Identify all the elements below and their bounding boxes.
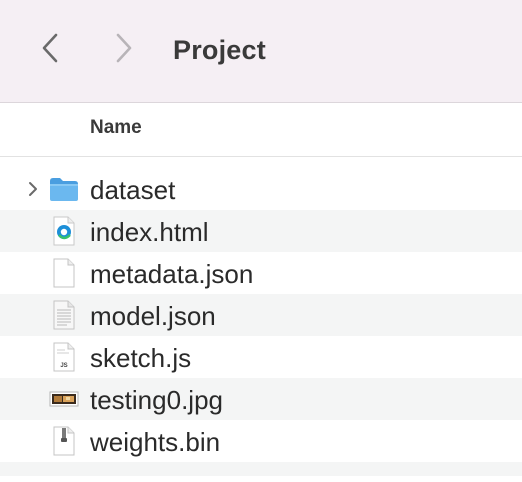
edge-browser-icon — [48, 215, 80, 247]
file-name: dataset — [90, 175, 176, 205]
file-row-index-html[interactable]: index.html — [0, 210, 522, 252]
file-name: sketch.js — [90, 343, 192, 373]
empty-row — [0, 462, 522, 476]
file-name: index.html — [90, 217, 209, 247]
file-row-dataset[interactable]: dataset — [0, 168, 522, 210]
chevron-right-icon — [29, 182, 37, 196]
file-name: model.json — [90, 301, 216, 331]
disclosure-triangle[interactable] — [26, 180, 40, 198]
svg-text:JS: JS — [60, 363, 67, 369]
file-row-sketch-js[interactable]: JS sketch.js — [0, 336, 522, 378]
text-document-icon — [48, 299, 80, 331]
chevron-right-icon — [116, 33, 132, 63]
file-row-testing0-jpg[interactable]: testing0.jpg — [0, 378, 522, 420]
window-title: Project — [173, 35, 266, 65]
file-list: dataset index.html metadata.json model.j… — [0, 168, 522, 476]
blank-document-icon — [48, 257, 80, 289]
column-header: Name — [0, 103, 522, 157]
column-name-header[interactable]: Name — [90, 117, 142, 139]
file-row-metadata-json[interactable]: metadata.json — [0, 252, 522, 294]
file-row-model-json[interactable]: model.json — [0, 294, 522, 336]
file-row-weights-bin[interactable]: weights.bin — [0, 420, 522, 462]
window-toolbar: Project — [0, 0, 522, 103]
chevron-left-icon — [42, 33, 58, 63]
forward-button[interactable] — [112, 30, 136, 66]
folder-icon — [48, 173, 80, 205]
file-name: testing0.jpg — [90, 385, 223, 415]
js-document-icon: JS — [48, 341, 80, 373]
binary-document-icon — [48, 425, 80, 457]
back-button[interactable] — [38, 30, 62, 66]
image-thumbnail-icon — [48, 383, 80, 415]
file-name: weights.bin — [90, 427, 221, 457]
file-name: metadata.json — [90, 259, 254, 289]
